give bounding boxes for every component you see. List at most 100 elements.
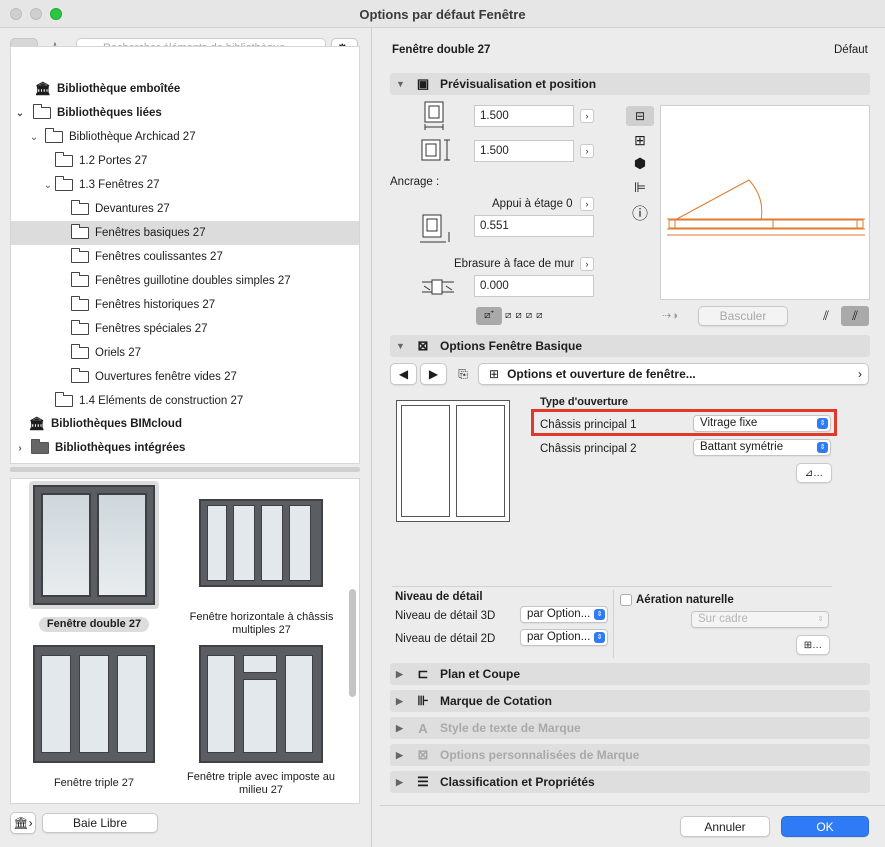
flip-button[interactable]: Basculer [698, 306, 788, 326]
anchor-label: Ancrage : [390, 176, 440, 188]
ventilation-select[interactable]: Sur cadre ⇕ [691, 611, 829, 628]
tree-item-storefronts[interactable]: Devantures 27 [11, 197, 359, 221]
sash2-select[interactable]: Battant symétrie ⇕ [693, 439, 831, 456]
thumb-caption: Fenêtre horizontale à châssis multiples … [189, 611, 334, 636]
sash1-label: Châssis principal 1 [540, 419, 637, 431]
width-arrow-button[interactable]: › [580, 109, 594, 123]
tree-item-archicad-library[interactable]: ⌄ Bibliothèque Archicad 27 [11, 125, 359, 149]
anchor-mode-selected-button[interactable]: ⧄⁺ [476, 307, 502, 325]
preview-section-icon: ▣ [416, 76, 430, 91]
tree-item-construction-elements[interactable]: 1.4 Eléments de construction 27 [11, 389, 359, 413]
library-manager-button[interactable]: 🏛› [10, 812, 36, 834]
baie-libre-button[interactable]: Baie Libre [42, 813, 158, 833]
section-custom-header[interactable]: ▶ ⊠ Options personnalisées de Marque [390, 744, 870, 766]
opening-type-label: Type d'ouverture [540, 396, 628, 408]
sash1-select[interactable]: Vitrage fixe ⇕ [693, 415, 831, 432]
front-view-icon[interactable]: ⊞ [626, 130, 654, 150]
thumb-window-triple-transom[interactable] [199, 645, 323, 763]
window-plan-drawing [667, 179, 865, 236]
stepper-icon: ⇕ [817, 418, 828, 429]
chevron-right-icon[interactable]: › [13, 443, 27, 454]
export-page-icon[interactable]: ⎘ [452, 364, 474, 384]
chevron-left-icon: ◀ [398, 367, 409, 381]
folder-icon [45, 128, 63, 143]
detail3d-select[interactable]: par Option... ⇕ [520, 606, 608, 623]
chevron-right-icon: › [858, 367, 862, 381]
triangle-right-icon: ▶ [396, 749, 403, 760]
cancel-button[interactable]: Annuler [680, 816, 770, 837]
element-name: Fenêtre double 27 [392, 44, 491, 56]
sill-field[interactable]: 0.551 [474, 215, 594, 237]
folder-icon [71, 320, 89, 335]
section-textstyle-header[interactable]: ▶ A Style de texte de Marque [390, 717, 870, 739]
side-a-icon[interactable]: ⫽ [814, 306, 838, 326]
thumb-caption-selected: Fenêtre double 27 [39, 617, 149, 632]
ok-button[interactable]: OK [781, 816, 869, 837]
triangle-down-icon: ▼ [396, 79, 405, 89]
chevron-down-icon[interactable]: ⌄ [41, 180, 55, 191]
thumb-window-triple[interactable] [33, 645, 155, 763]
section-preview-header[interactable]: ▼ ▣ Prévisualisation et position [390, 73, 870, 95]
tree-item-sliding-windows[interactable]: Fenêtres coulissantes 27 [11, 245, 359, 269]
page-selector[interactable]: ⊞ Options et ouverture de fenêtre... › [478, 363, 869, 385]
tree-item-linked-libraries[interactable]: ⌄ Bibliothèques liées [11, 101, 359, 125]
height-field[interactable]: 1.500 [474, 140, 574, 162]
floor-plan-view-icon[interactable]: ⊟ [626, 106, 654, 126]
grid-icon: ⊞ [489, 367, 500, 381]
custom-options-icon: ⊠ [417, 747, 429, 762]
thumb-caption: Fenêtre triple 27 [53, 777, 135, 789]
section-options-header[interactable]: ▼ ⊠ Options Fenêtre Basique [390, 335, 870, 357]
3d-view-icon[interactable]: ⬢ [626, 153, 654, 173]
next-page-button[interactable]: ▶ [420, 363, 447, 385]
folder-icon [55, 392, 73, 407]
detail2d-select[interactable]: par Option... ⇕ [520, 629, 608, 646]
tree-item-doors[interactable]: 1.2 Portes 27 [11, 149, 359, 173]
folder-icon [71, 344, 89, 359]
opening-settings-button[interactable]: ⊿… [796, 463, 832, 483]
chevron-down-icon[interactable]: ⌄ [13, 108, 27, 119]
tree-item-empty-openings[interactable]: Ouvertures fenêtre vides 27 [11, 365, 359, 389]
tree-item-windows[interactable]: ⌄ 1.3 Fenêtres 27 [11, 173, 359, 197]
folder-icon [31, 439, 49, 454]
tree-item-special-windows[interactable]: Fenêtres spéciales 27 [11, 317, 359, 341]
sill-label: Appui à étage 0 [492, 198, 573, 210]
chevron-down-icon[interactable]: ⌄ [27, 132, 41, 143]
reveal-arrow-button[interactable]: › [580, 257, 594, 271]
tree-item-historic-windows[interactable]: Fenêtres historiques 27 [11, 293, 359, 317]
reveal-field[interactable]: 0.000 [474, 275, 594, 297]
thumbnails-scrollbar[interactable] [349, 589, 356, 697]
reveal-label: Ebrasure à face de mur [454, 258, 575, 270]
ventilation-checkbox[interactable] [620, 594, 632, 606]
detail2d-label: Niveau de détail 2D [395, 633, 496, 645]
stepper-icon: ⇕ [594, 632, 605, 643]
section-plan-header[interactable]: ▶ ⊏ Plan et Coupe [390, 663, 870, 685]
stepper-icon: ⇕ [817, 616, 824, 623]
properties-list-icon: ☰ [417, 774, 429, 789]
dimension-marker-icon: ⊪ [417, 693, 429, 708]
side-b-icon[interactable]: ⫽ [841, 306, 869, 326]
thumb-window-double[interactable] [33, 485, 155, 605]
folder-icon [71, 296, 89, 311]
anchor-mode-buttons[interactable]: ⧄⧄⧄⧄ [505, 307, 563, 325]
stepper-icon: ⇕ [817, 442, 828, 453]
tree-item-oriels[interactable]: Oriels 27 [11, 341, 359, 365]
splitter-handle[interactable] [10, 467, 360, 472]
folder-icon [71, 248, 89, 263]
section-dimension-header[interactable]: ▶ ⊪ Marque de Cotation [390, 690, 870, 712]
width-field[interactable]: 1.500 [474, 105, 574, 127]
info-icon[interactable]: ⓘ [626, 201, 654, 223]
thumb-window-horizontal[interactable] [199, 499, 323, 587]
tree-item-bimcloud[interactable]: 🏛 Bibliothèques BIMcloud [11, 412, 361, 436]
ventilation-settings-button[interactable]: ⊞… [796, 635, 830, 655]
tree-item-nested-library[interactable]: 🏛 Bibliothèque emboîtée [11, 77, 359, 101]
tree-item-builtin-libraries[interactable]: › Bibliothèques intégrées [11, 436, 361, 460]
sill-arrow-button[interactable]: › [580, 197, 594, 211]
tree-item-basic-windows[interactable]: Fenêtres basiques 27 [11, 221, 359, 245]
section-view-icon[interactable]: ⊫ [626, 177, 654, 197]
tree-item-sash-windows[interactable]: Fenêtres guillotine doubles simples 27 [11, 269, 359, 293]
section-classification-header[interactable]: ▶ ☰ Classification et Propriétés [390, 771, 870, 793]
folder-icon [71, 272, 89, 287]
height-arrow-button[interactable]: › [580, 144, 594, 158]
prev-page-button[interactable]: ◀ [390, 363, 417, 385]
library-thumbnails: Fenêtre double 27 Fenêtre horizontale à … [10, 478, 360, 804]
